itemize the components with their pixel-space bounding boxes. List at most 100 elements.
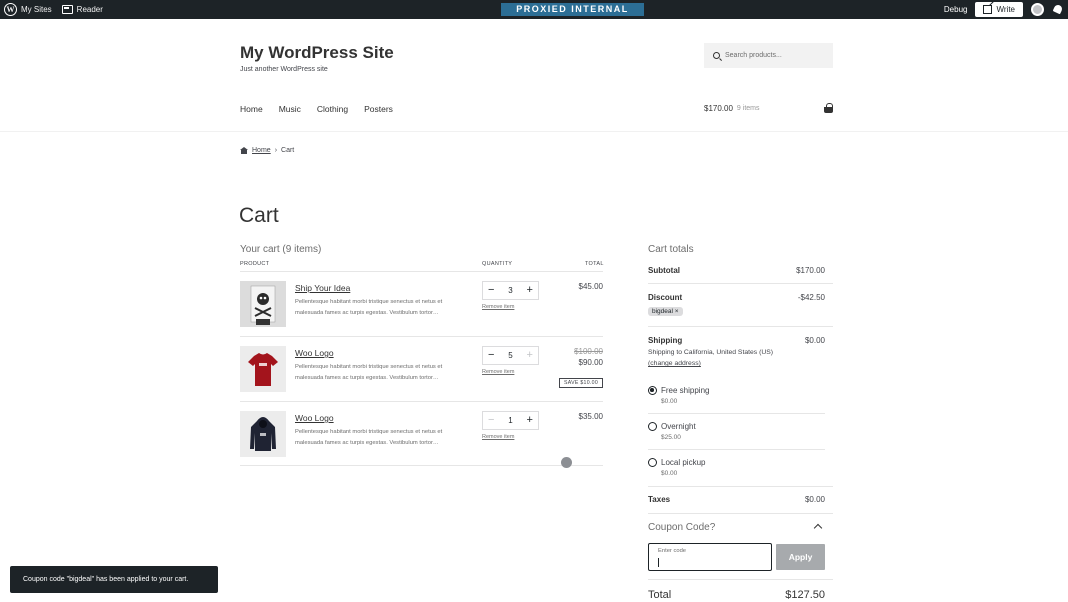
- savings-badge: SAVE $10.00: [558, 378, 603, 388]
- quantity-increase-button[interactable]: +: [527, 350, 533, 361]
- environment-banner: PROXIED INTERNAL: [501, 3, 644, 16]
- subtotal-row: Subtotal $170.00: [648, 266, 825, 275]
- original-price: $100.00: [574, 347, 603, 356]
- admin-bar: W My Sites Reader PROXIED INTERNAL Debug…: [0, 0, 1068, 19]
- row-divider: [240, 336, 603, 337]
- header-cart-count: 9 items: [736, 105, 760, 112]
- product-name-link[interactable]: Ship Your Idea: [295, 283, 350, 293]
- discounted-price: $90.00: [578, 358, 603, 367]
- row-divider: [240, 401, 603, 402]
- shipping-option-price: $0.00: [661, 470, 678, 477]
- nav-item-home[interactable]: Home: [240, 104, 263, 114]
- option-divider: [648, 449, 825, 450]
- remove-item-link[interactable]: Remove item: [482, 304, 514, 310]
- coupon-code-label: Enter code: [658, 548, 687, 554]
- radio-unselected-icon[interactable]: [648, 422, 657, 431]
- totals-divider: [648, 513, 833, 514]
- taxes-value: $0.00: [804, 495, 825, 504]
- product-search[interactable]: Search products...: [704, 43, 833, 68]
- search-icon: [713, 52, 720, 59]
- notifications-bell-icon[interactable]: [1052, 4, 1064, 16]
- write-label: Write: [996, 5, 1015, 14]
- shipping-row: Shipping $0.00 Shipping to California, U…: [648, 336, 825, 367]
- product-thumbnail[interactable]: [240, 411, 286, 457]
- remove-item-link[interactable]: Remove item: [482, 369, 514, 375]
- my-sites-button[interactable]: W My Sites: [4, 3, 52, 16]
- site-tagline: Just another WordPress site: [240, 66, 328, 73]
- home-icon: [240, 147, 248, 154]
- product-description: Pellentesque habitant morbi tristique se…: [295, 364, 443, 381]
- product-thumbnail[interactable]: [240, 281, 286, 327]
- quantity-decrease-button[interactable]: −: [488, 350, 494, 361]
- cart-item-row: Woo Logo Pellentesque habitant morbi tri…: [240, 411, 603, 476]
- radio-selected-icon[interactable]: [648, 386, 657, 395]
- taxes-row: Taxes $0.00: [648, 495, 825, 504]
- write-button[interactable]: Write: [975, 2, 1023, 17]
- user-avatar[interactable]: [1031, 3, 1044, 16]
- reader-button[interactable]: Reader: [61, 5, 103, 14]
- option-divider: [648, 413, 825, 414]
- totals-divider: [648, 326, 833, 327]
- quantity-value[interactable]: 1: [508, 416, 512, 425]
- text-caret: [658, 558, 659, 567]
- wordpress-logo-icon: W: [4, 3, 17, 16]
- quantity-stepper[interactable]: − 1 +: [482, 411, 539, 430]
- shipping-option-label: Free shipping: [661, 386, 710, 395]
- quantity-increase-button[interactable]: +: [527, 415, 533, 426]
- header-divider: [0, 131, 1068, 132]
- shipping-option-label: Overnight: [661, 422, 696, 431]
- search-input[interactable]: Search products...: [725, 52, 782, 59]
- product-thumbnail[interactable]: [240, 346, 286, 392]
- nav-item-music[interactable]: Music: [279, 104, 301, 114]
- quantity-stepper[interactable]: − 3 +: [482, 281, 539, 300]
- subtotal-label: Subtotal: [648, 266, 680, 275]
- shipping-option-price: $25.00: [661, 434, 681, 441]
- remove-item-link[interactable]: Remove item: [482, 434, 514, 440]
- product-description: Pellentesque habitant morbi tristique se…: [295, 299, 443, 316]
- coupon-chip-label: bigdeal: [652, 308, 673, 315]
- remove-coupon-icon[interactable]: ×: [675, 308, 679, 315]
- shipping-option-free[interactable]: Free shipping $0.00: [648, 386, 709, 405]
- shipping-destination: Shipping to California, United States (U…: [648, 349, 774, 356]
- order-total-row: Total $127.50: [648, 589, 825, 601]
- quantity-value[interactable]: 5: [508, 351, 512, 360]
- admin-bar-left: W My Sites Reader: [4, 0, 103, 19]
- site-title[interactable]: My WordPress Site: [240, 43, 394, 63]
- quantity-decrease-button[interactable]: −: [488, 285, 494, 296]
- debug-button[interactable]: Debug: [944, 5, 968, 14]
- apply-coupon-button[interactable]: Apply: [776, 544, 825, 570]
- reader-label: Reader: [76, 5, 103, 14]
- quantity-value[interactable]: 3: [508, 286, 512, 295]
- drag-handle[interactable]: [561, 457, 572, 468]
- shipping-option-price: $0.00: [661, 398, 678, 405]
- page-title: Cart: [239, 204, 279, 227]
- header-cart-link[interactable]: $170.00 9 items: [704, 102, 833, 113]
- nav-item-clothing[interactable]: Clothing: [317, 104, 348, 114]
- shipping-option-local-pickup[interactable]: Local pickup $0.00: [648, 458, 705, 477]
- line-total: $45.00: [578, 282, 603, 291]
- quantity-decrease-button[interactable]: −: [488, 415, 494, 426]
- product-name-link[interactable]: Woo Logo: [295, 348, 334, 358]
- line-total: $35.00: [578, 412, 603, 421]
- totals-divider: [648, 486, 833, 487]
- row-divider: [240, 465, 603, 466]
- nav-item-posters[interactable]: Posters: [364, 104, 393, 114]
- radio-unselected-icon[interactable]: [648, 458, 657, 467]
- change-address-link[interactable]: (change address): [648, 360, 825, 367]
- chevron-up-icon[interactable]: [813, 523, 823, 533]
- coupon-code-input[interactable]: Enter code: [648, 543, 772, 571]
- basket-icon: [824, 102, 833, 113]
- breadcrumb-separator: ›: [274, 147, 278, 154]
- breadcrumb-home-link[interactable]: Home: [252, 147, 271, 154]
- discount-label: Discount: [648, 293, 683, 302]
- quantity-stepper[interactable]: − 5 +: [482, 346, 539, 365]
- shipping-option-overnight[interactable]: Overnight $25.00: [648, 422, 696, 441]
- product-name-link[interactable]: Woo Logo: [295, 413, 334, 423]
- table-header-divider: [240, 271, 603, 272]
- applied-coupon-chip[interactable]: bigdeal ×: [648, 307, 683, 316]
- red-tshirt-image: [240, 346, 286, 392]
- coupon-panel-toggle[interactable]: Coupon Code?: [648, 522, 715, 533]
- quantity-increase-button[interactable]: +: [527, 285, 533, 296]
- my-sites-label: My Sites: [21, 5, 52, 14]
- subtotal-value: $170.00: [796, 266, 825, 275]
